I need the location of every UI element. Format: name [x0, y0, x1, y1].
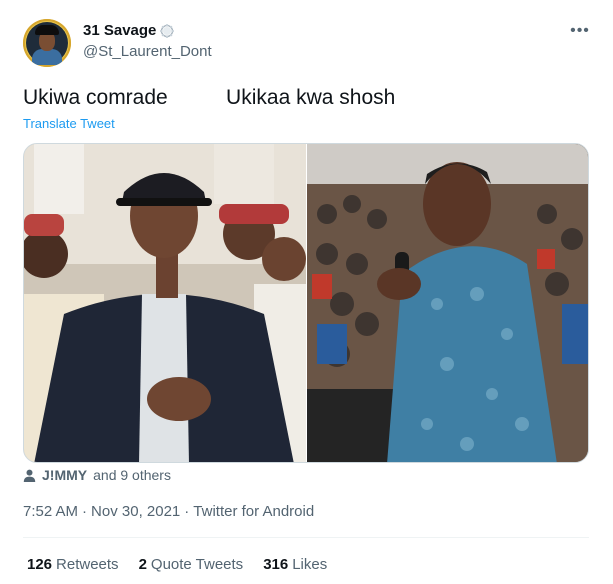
tagged-users-link[interactable]: J!MMY and 9 others	[23, 467, 171, 483]
tweet-date[interactable]: Nov 30, 2021	[91, 503, 180, 520]
translate-tweet-link[interactable]: Translate Tweet	[23, 116, 115, 131]
author-handle[interactable]: @St_Laurent_Dont	[83, 43, 212, 60]
tweet-card: 31 Savage @St_Laurent_Dont ••• Ukiwa com…	[0, 0, 613, 584]
tweet-text: Ukiwa comrade Ukikaa kwa shosh	[23, 86, 396, 109]
likes-stat[interactable]: 316 Likes	[263, 556, 327, 573]
divider	[23, 537, 589, 538]
retweets-count: 126	[27, 556, 53, 573]
author-display-name[interactable]: 31 Savage	[83, 22, 156, 39]
more-horizontal-icon: •••	[570, 22, 590, 39]
quote-tweets-count: 2	[138, 556, 147, 573]
retweets-stat[interactable]: 126 Retweets	[27, 556, 119, 573]
tweet-time[interactable]: 7:52 AM	[23, 503, 78, 520]
avatar-hat	[35, 25, 59, 35]
avatar-shirt	[32, 49, 62, 65]
photo-young-man-in-cap-at-rally[interactable]	[24, 144, 306, 462]
tagged-user-name: J!MMY	[42, 467, 88, 483]
scalloped-badge-icon	[159, 23, 175, 39]
likes-count: 316	[263, 556, 289, 573]
author-name-row[interactable]: 31 Savage	[83, 22, 175, 39]
person-icon	[23, 469, 36, 482]
likes-label: Likes	[292, 556, 328, 573]
retweets-label: Retweets	[56, 556, 119, 573]
metadata-separator: ·	[184, 503, 190, 520]
avatar[interactable]	[23, 19, 71, 67]
quote-tweets-stat[interactable]: 2 Quote Tweets	[139, 556, 244, 573]
tweet-source[interactable]: Twitter for Android	[193, 503, 314, 520]
tagged-others-count: and 9 others	[93, 467, 171, 483]
more-options-button[interactable]: •••	[569, 22, 591, 40]
media-grid	[23, 143, 589, 463]
metadata-separator: ·	[82, 503, 88, 520]
photo-man-in-paisley-shirt-with-microphone[interactable]	[307, 144, 588, 462]
tweet-metadata: 7:52 AM · Nov 30, 2021 · Twitter for And…	[23, 503, 314, 520]
engagement-stats: 126 Retweets 2 Quote Tweets 316 Likes	[27, 556, 327, 573]
quote-tweets-label: Quote Tweets	[150, 556, 244, 573]
